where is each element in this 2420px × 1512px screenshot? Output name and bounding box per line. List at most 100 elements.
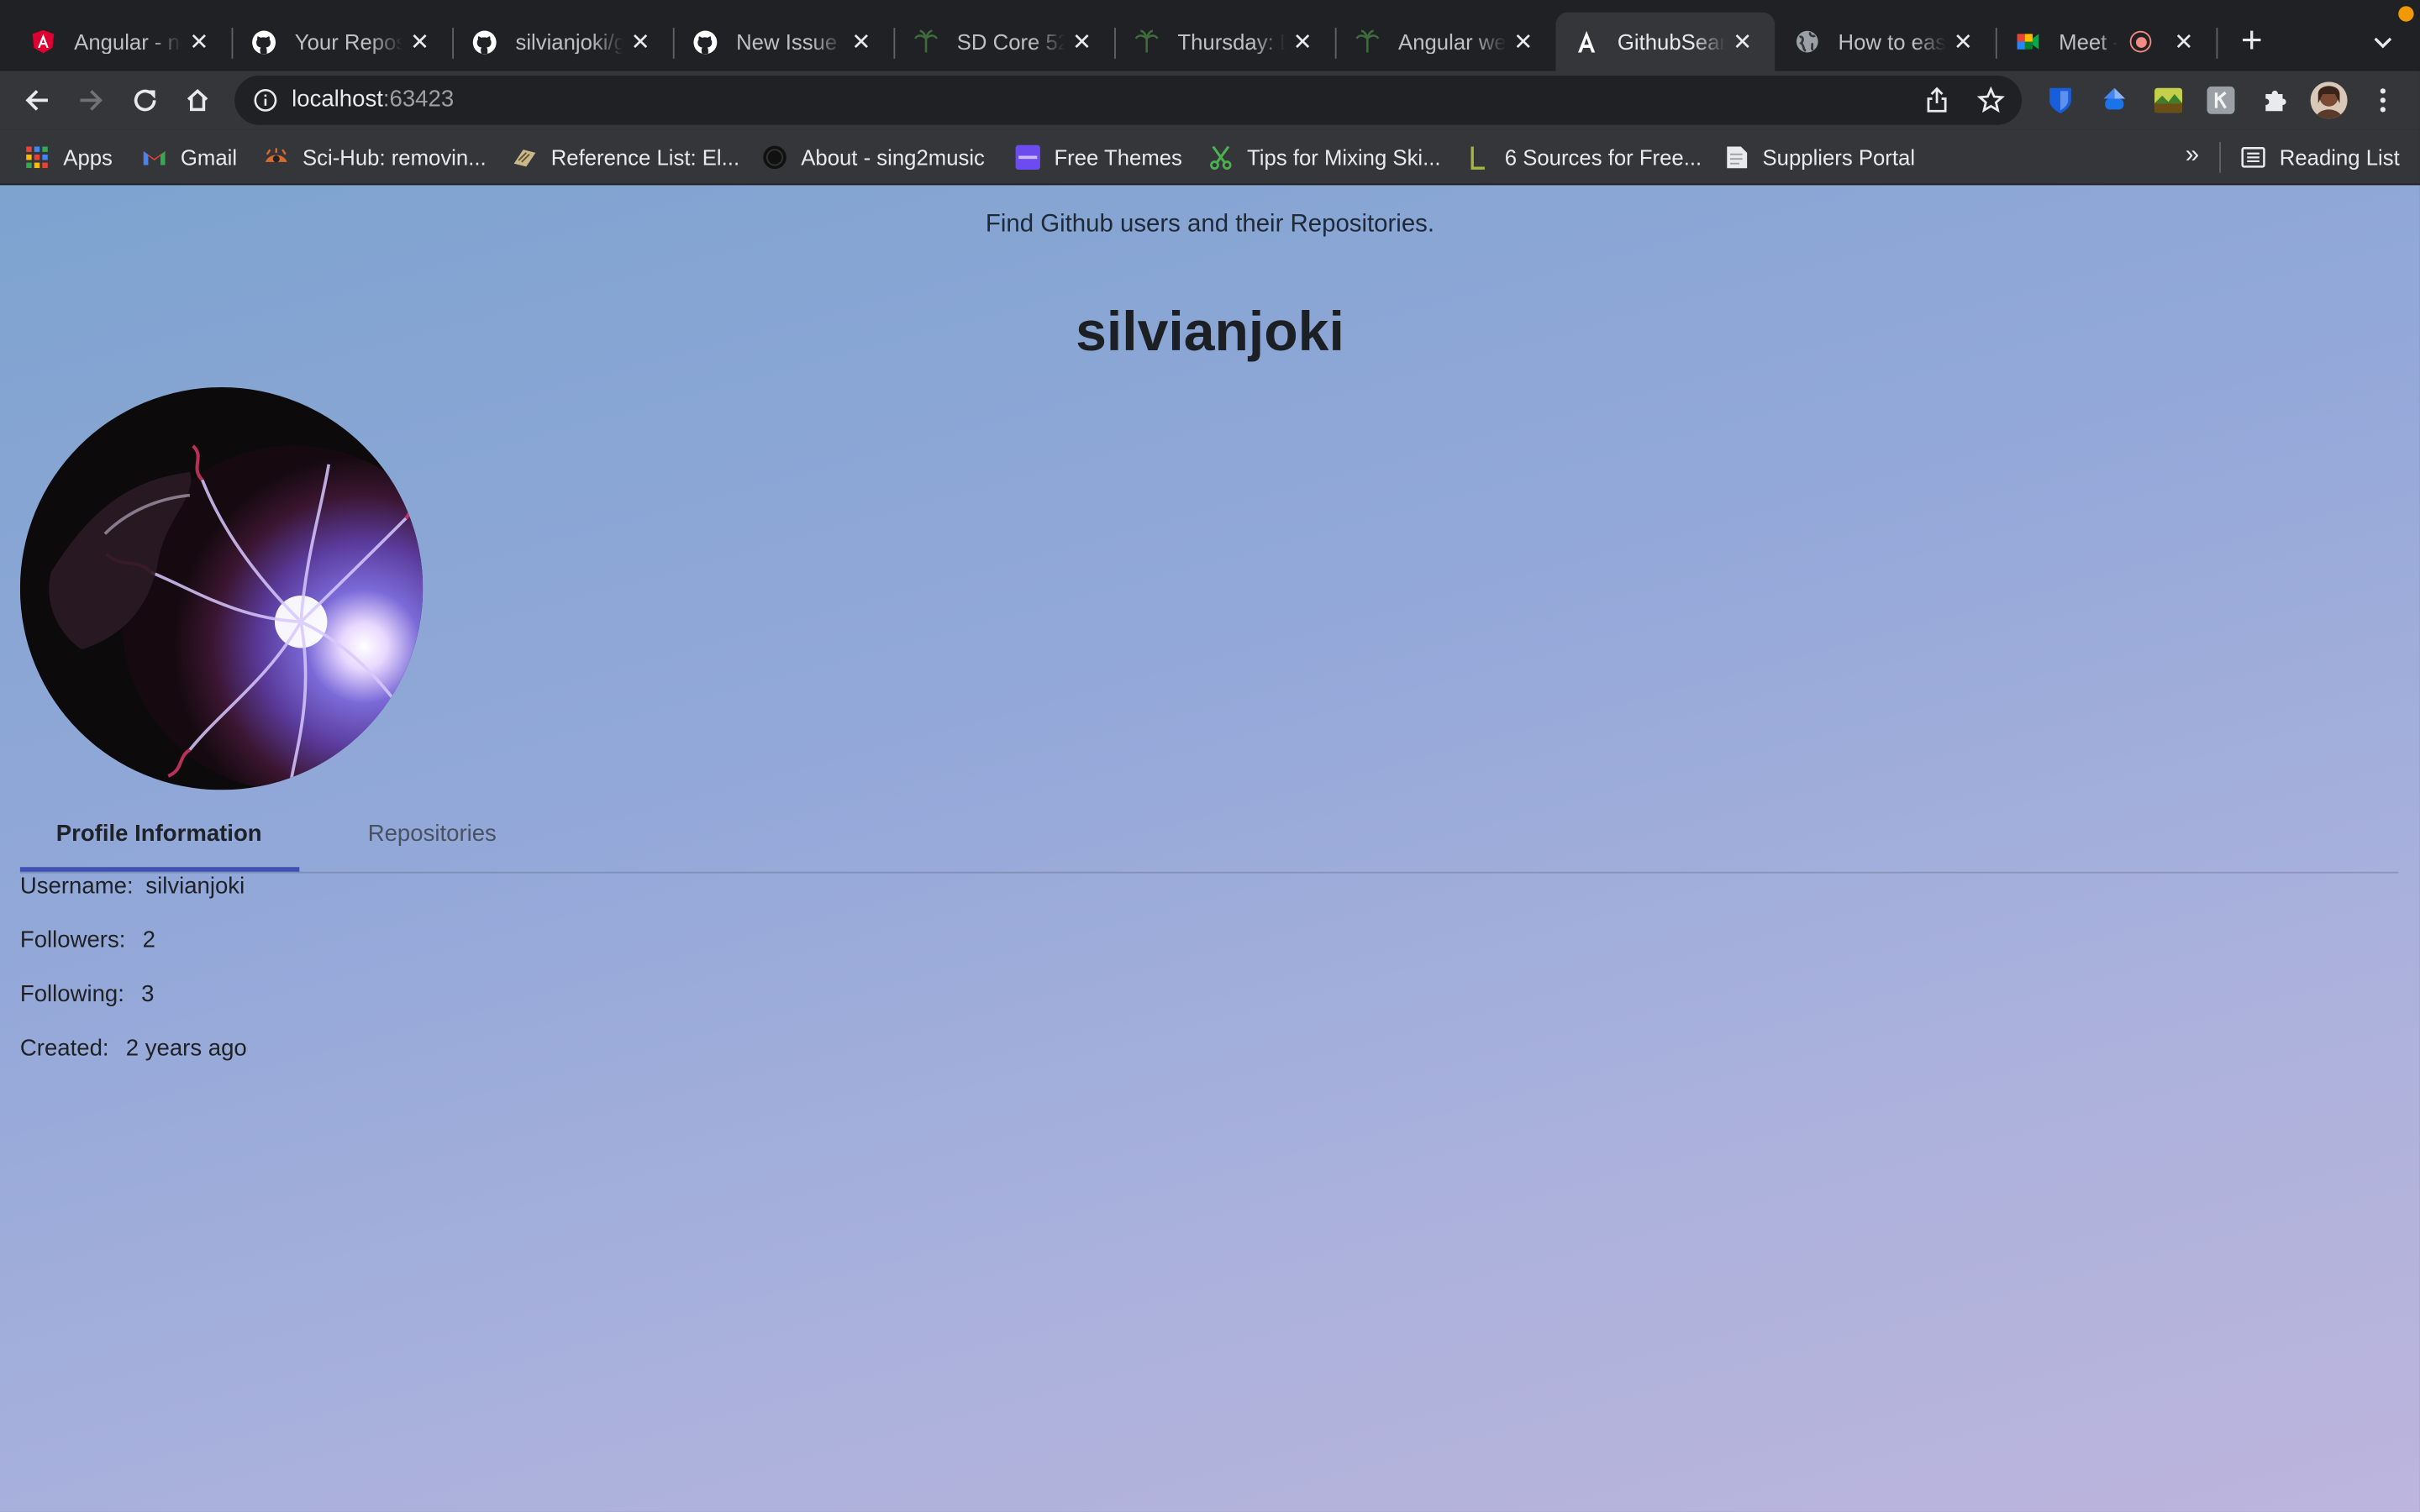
- url-text: localhost:63423: [292, 87, 454, 113]
- bookmark-label: Apps: [63, 144, 113, 171]
- notification-dot: [2398, 6, 2414, 22]
- bookmarks-divider: [2219, 141, 2222, 173]
- close-icon[interactable]: ✕: [1292, 28, 1313, 55]
- url-port: :63423: [382, 86, 455, 113]
- bookmark-label: Tips for Mixing Ski...: [1247, 144, 1441, 171]
- created-value: 2 years ago: [125, 1035, 247, 1062]
- reading-list-button[interactable]: Reading List: [2241, 144, 2400, 171]
- bookmarks-overflow-icon[interactable]: »: [2186, 142, 2199, 170]
- tab-profile-information[interactable]: Profile Information: [20, 796, 298, 870]
- browser-tab[interactable]: Angular - ng ✕: [13, 13, 234, 71]
- bookmark-scihub[interactable]: Sci-Hub: removin...: [264, 144, 487, 171]
- close-icon[interactable]: ✕: [629, 28, 651, 55]
- bookmark-label: 6 Sources for Free...: [1504, 144, 1702, 171]
- close-icon[interactable]: ✕: [850, 28, 872, 55]
- tab-title: How to easi: [1838, 29, 1947, 55]
- share-icon[interactable]: [1923, 87, 1951, 114]
- tab-title: GithubSearc: [1617, 29, 1726, 55]
- tab-title: Your Reposi: [294, 29, 403, 55]
- browser-tab[interactable]: Thursday: D ✕: [1116, 13, 1337, 71]
- github-icon: [693, 29, 718, 54]
- browser-tab[interactable]: Angular we ✕: [1337, 13, 1556, 71]
- bookmark-label: Gmail: [180, 144, 238, 171]
- tab-repositories[interactable]: Repositories: [297, 796, 566, 870]
- palm-icon: [1134, 29, 1159, 54]
- back-icon[interactable]: [14, 77, 60, 123]
- profile-following-row: Following: 3: [20, 981, 155, 1007]
- tab-title: Thursday: D: [1177, 29, 1286, 55]
- tab-search-icon[interactable]: [2365, 22, 2402, 62]
- profile-created-row: Created: 2 years ago: [20, 1035, 247, 1061]
- home-icon[interactable]: [175, 77, 221, 123]
- tab-title: SD Core 52: [956, 29, 1065, 55]
- user-avatar: [19, 387, 424, 790]
- close-icon[interactable]: ✕: [188, 28, 210, 55]
- site-info-icon[interactable]: [253, 88, 277, 113]
- bookmark-free-themes[interactable]: Free Themes: [1015, 144, 1182, 171]
- bookmark-sing2music[interactable]: About - sing2music: [762, 144, 985, 171]
- bitwarden-icon[interactable]: [2046, 87, 2074, 114]
- palm-icon: [913, 29, 939, 54]
- bookmark-label: Suppliers Portal: [1762, 144, 1916, 171]
- browser-tab[interactable]: Your Reposi ✕: [233, 13, 454, 71]
- following-value: 3: [141, 981, 155, 1008]
- angular-icon: [31, 29, 55, 54]
- tab-title: Angular - ng: [74, 29, 182, 55]
- angular-a-icon: [1574, 29, 1598, 54]
- created-label: Created:: [19, 1035, 109, 1062]
- extension-gray-icon[interactable]: [2207, 86, 2235, 114]
- bookmark-suppliers-portal[interactable]: Suppliers Portal: [1724, 144, 1915, 171]
- browser-tab[interactable]: Meet - ✕: [1997, 13, 2218, 71]
- extension-blue-icon[interactable]: [2101, 87, 2128, 114]
- browser-tab[interactable]: New Issue · ✕: [675, 13, 896, 71]
- profile-tabs: Profile Information Repositories: [19, 796, 2399, 874]
- active-tab-indicator: [19, 867, 300, 872]
- profile-followers-row: Followers: 2: [20, 927, 155, 953]
- new-tab-icon[interactable]: +: [2232, 21, 2272, 62]
- close-icon[interactable]: ✕: [1952, 28, 1974, 55]
- browser-tab[interactable]: How to easi ✕: [1776, 13, 1997, 71]
- bookmark-star-icon[interactable]: [1976, 86, 2005, 114]
- extensions-puzzle-icon[interactable]: [2261, 87, 2289, 114]
- tab-title: New Issue ·: [736, 29, 844, 55]
- profile-avatar[interactable]: [2310, 81, 2348, 119]
- scissors-icon: [1208, 145, 1233, 170]
- followers-label: Followers:: [19, 927, 126, 954]
- browser-tab[interactable]: SD Core 52 ✕: [895, 13, 1116, 71]
- bookmark-tips-mixing[interactable]: Tips for Mixing Ski...: [1208, 144, 1441, 171]
- reading-list-icon: [2241, 145, 2265, 170]
- menu-kebab-icon[interactable]: [2369, 87, 2396, 114]
- github-icon: [472, 29, 497, 54]
- close-icon[interactable]: ✕: [1732, 28, 1754, 55]
- bookmark-label: Sci-Hub: removin...: [302, 144, 487, 171]
- close-icon[interactable]: ✕: [2173, 28, 2195, 55]
- profile-username-row: Username: silvianjoki: [20, 874, 245, 900]
- browser-tab-strip: Angular - ng ✕ Your Reposi ✕ silvianjoki…: [0, 0, 2420, 71]
- bookmarks-bar: Apps Gmail Sci-Hub: removin... Reference…: [0, 129, 2420, 186]
- browser-tab-active[interactable]: GithubSearc ✕: [1555, 12, 1776, 71]
- scihub-icon: [264, 145, 288, 170]
- extension-landscape-icon[interactable]: [2154, 87, 2183, 114]
- following-label: Following:: [19, 981, 124, 1008]
- bookmark-gmail[interactable]: Gmail: [142, 144, 237, 171]
- bookmark-label: About - sing2music: [801, 144, 985, 171]
- bookmark-label: Reference List: El...: [550, 144, 740, 171]
- tab-title: silvianjoki/g: [515, 29, 624, 55]
- close-icon[interactable]: ✕: [1071, 28, 1093, 55]
- close-icon[interactable]: ✕: [1512, 28, 1534, 55]
- palm-icon: [1355, 29, 1380, 54]
- document-icon: [1724, 145, 1749, 170]
- bookmark-6-sources[interactable]: 6 Sources for Free...: [1466, 144, 1702, 171]
- bookmark-reference-list[interactable]: Reference List: El...: [513, 144, 739, 171]
- page-tagline: Find Github users and their Repositories…: [985, 211, 1435, 238]
- reload-icon[interactable]: [122, 77, 168, 123]
- url-host: localhost: [292, 86, 383, 113]
- github-icon: [251, 29, 276, 54]
- browser-tab[interactable]: silvianjoki/g ✕: [454, 13, 675, 71]
- close-icon[interactable]: ✕: [409, 28, 431, 55]
- address-bar[interactable]: localhost:63423: [234, 75, 2023, 125]
- forward-icon[interactable]: [68, 77, 114, 123]
- bookmark-apps[interactable]: Apps: [24, 144, 113, 171]
- username-label: Username:: [19, 873, 134, 900]
- sing2music-icon: [762, 145, 786, 170]
